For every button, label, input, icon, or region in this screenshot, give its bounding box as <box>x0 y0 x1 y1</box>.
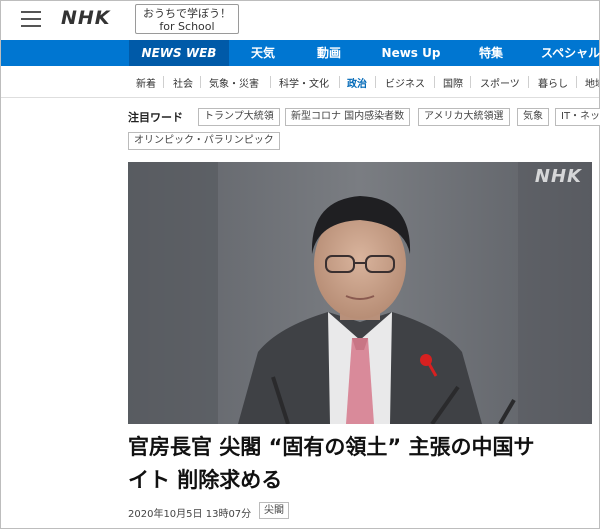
category-nav: 新着 社会 気象・災害 科学・文化 政治 ビジネス 国際 スポーツ 暮らし 地域 <box>1 66 599 98</box>
trend-tag[interactable]: トランプ大統領 <box>198 108 280 126</box>
subnav-divider <box>200 76 201 88</box>
nav-special[interactable]: スペシャル <box>541 40 600 66</box>
article-category-tag[interactable]: 尖閣 <box>259 502 289 519</box>
subnav-region[interactable]: 地域 <box>585 75 599 90</box>
article-date: 2020年10月5日 13時07分 <box>128 509 252 520</box>
nav-weather[interactable]: 天気 <box>241 40 285 66</box>
for-school-line1: おうちで学ぼう！ <box>143 7 231 20</box>
subnav-weather-disaster[interactable]: 気象・災害 <box>209 75 259 90</box>
headline-line1: 官房長官 尖閣 “固有の領土” 主張の中国サ <box>128 435 535 459</box>
subnav-latest[interactable]: 新着 <box>136 75 156 90</box>
menu-icon[interactable] <box>21 11 41 27</box>
subnav-divider <box>528 76 529 88</box>
nav-news-web[interactable]: NEWS WEB <box>129 40 229 66</box>
subnav-international[interactable]: 国際 <box>443 75 463 90</box>
subnav-business[interactable]: ビジネス <box>385 75 425 90</box>
article-headline: 官房長官 尖閣 “固有の領土” 主張の中国サ イト 削除求める <box>128 431 598 497</box>
speaker-photo <box>128 162 592 424</box>
article-photo: NHK <box>128 162 592 424</box>
for-school-line2: for School <box>159 20 215 33</box>
subnav-society[interactable]: 社会 <box>173 75 193 90</box>
trend-tag[interactable]: 新型コロナ 国内感染者数 <box>285 108 411 126</box>
subnav-sports[interactable]: スポーツ <box>480 75 520 90</box>
nav-special-feature[interactable]: 特集 <box>469 40 513 66</box>
subnav-divider <box>375 76 376 88</box>
trending-label: 注目ワード <box>128 111 183 124</box>
trend-tag[interactable]: オリンピック・パラリンピック <box>128 132 280 150</box>
subnav-divider <box>163 76 164 88</box>
subnav-divider <box>434 76 435 88</box>
subnav-divider <box>576 76 577 88</box>
subnav-science-culture[interactable]: 科学・文化 <box>279 75 329 90</box>
trend-tag[interactable]: IT・ネット <box>555 108 600 126</box>
subnav-divider <box>470 76 471 88</box>
top-bar: NHK おうちで学ぼう！ for School <box>1 1 599 39</box>
nav-video[interactable]: 動画 <box>307 40 351 66</box>
subnav-politics[interactable]: 政治 <box>347 75 367 90</box>
nhk-logo[interactable]: NHK <box>61 7 111 29</box>
nav-news-up[interactable]: News Up <box>377 40 445 66</box>
subnav-divider <box>270 76 271 88</box>
trend-tag[interactable]: 気象 <box>517 108 549 126</box>
subnav-living[interactable]: 暮らし <box>538 75 568 90</box>
subnav-divider <box>339 76 340 88</box>
headline-line2: イト 削除求める <box>128 468 283 492</box>
for-school-button[interactable]: おうちで学ぼう！ for School <box>135 4 239 34</box>
trend-tag[interactable]: アメリカ大統領選 <box>418 108 510 126</box>
main-nav: NEWS WEB 天気 動画 News Up 特集 スペシャル <box>1 40 600 66</box>
nhk-watermark: NHK <box>534 166 582 187</box>
